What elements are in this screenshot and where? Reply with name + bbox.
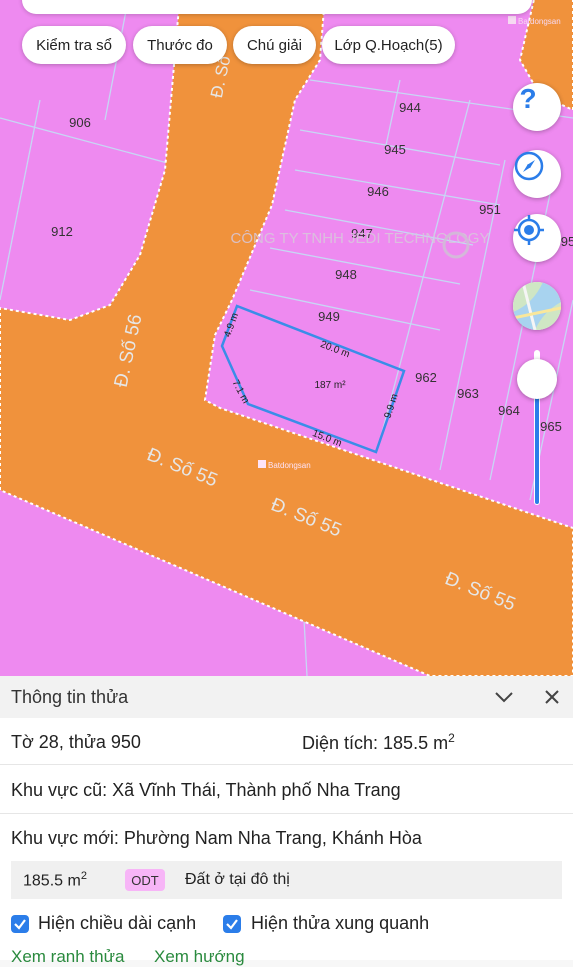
crosshair-icon: [514, 215, 544, 245]
legend-button[interactable]: Chú giải: [233, 26, 316, 64]
show-neighbor-parcels-label[interactable]: Hiện thửa xung quanh: [251, 913, 429, 934]
my-location-button[interactable]: [513, 214, 561, 262]
search-bar[interactable]: [22, 0, 532, 14]
compass-icon: [514, 151, 544, 181]
batdongsan-logo: Batdongsan: [508, 16, 561, 26]
parcel-area-label: 187 m²: [314, 380, 346, 391]
show-neighbor-parcels-checkbox[interactable]: [223, 915, 241, 933]
parcel-area: Diện tích: 185.5 m2: [302, 731, 455, 753]
parcel-label: 944: [399, 100, 421, 115]
view-boundary-link[interactable]: Xem ranh thửa: [11, 947, 124, 967]
land-use-type: Đất ở tại đô thị: [185, 871, 290, 888]
parcel-label: 948: [335, 267, 357, 282]
edge-length-label: 4.9 m: [222, 312, 241, 339]
svg-text:Batdongsan: Batdongsan: [518, 17, 561, 26]
help-button[interactable]: ?: [513, 83, 561, 131]
old-administrative-area: Khu vực cũ: Xã Vĩnh Thái, Thành phố Nha …: [11, 780, 401, 800]
divider: [0, 813, 573, 814]
parcel-label: 946: [367, 184, 389, 199]
edge-length-label: 20.0 m: [319, 339, 351, 360]
check-title-button[interactable]: Kiểm tra sổ: [22, 26, 126, 64]
collapse-chevron-icon[interactable]: [494, 688, 514, 706]
compass-button[interactable]: [513, 150, 561, 198]
land-code-badge: ODT: [125, 869, 165, 891]
road-network: [0, 0, 573, 676]
svg-text:CÔNG TY TNHH JEDI TECHNOLOGY: CÔNG TY TNHH JEDI TECHNOLOGY: [231, 230, 490, 247]
map-layer-icon: [513, 282, 561, 330]
edge-length-label: 7.1 m: [229, 378, 250, 405]
parcel-label: 945: [384, 142, 406, 157]
parcel-label: 912: [51, 224, 73, 239]
svg-text:?: ?: [519, 83, 536, 113]
map-view[interactable]: 906 912 944 945 946 947 948 949 951 962 …: [0, 0, 573, 676]
watermark: CÔNG TY TNHH JEDI TECHNOLOGY: [231, 230, 490, 259]
parcel-label: 963: [457, 386, 479, 401]
land-use-area: 185.5 m2: [23, 870, 87, 890]
divider: [0, 764, 573, 765]
close-icon[interactable]: [543, 688, 561, 706]
view-direction-link[interactable]: Xem hướng: [154, 947, 245, 967]
check-icon: [14, 919, 26, 930]
panel-header: Thông tin thửa: [0, 676, 573, 718]
zoom-slider-handle[interactable]: [517, 359, 557, 399]
measure-button[interactable]: Thước đo: [133, 26, 227, 64]
parcel-label: 951: [479, 202, 501, 217]
svg-text:Batdongsan: Batdongsan: [268, 461, 311, 470]
edge-length-label: 9.9 m: [383, 393, 401, 420]
parcel-info-panel: Thông tin thửa Tờ 28, thửa 950 Diện tích…: [0, 676, 573, 966]
parcel-label: 906: [69, 115, 91, 130]
planning-layer-button[interactable]: Lớp Q.Hoạch(5): [322, 26, 455, 64]
show-edge-lengths-checkbox[interactable]: [11, 915, 29, 933]
map-canvas[interactable]: 906 912 944 945 946 947 948 949 951 962 …: [0, 0, 573, 676]
help-icon: ?: [519, 83, 536, 113]
parcel-label: 949: [318, 309, 340, 324]
land-use-row: 185.5 m2 ODT Đất ở tại đô thị: [11, 861, 562, 899]
parcel-label: 95: [561, 234, 573, 249]
show-edge-lengths-label[interactable]: Hiện chiều dài cạnh: [38, 913, 196, 934]
sheet-parcel-number: Tờ 28, thửa 950: [11, 732, 141, 752]
check-icon: [226, 919, 238, 930]
parcel-label: 964: [498, 403, 520, 418]
panel-title: Thông tin thửa: [11, 687, 129, 707]
map-type-button[interactable]: [513, 282, 561, 330]
parcel-label: 965: [540, 419, 562, 434]
new-administrative-area: Khu vực mới: Phường Nam Nha Trang, Khánh…: [11, 828, 422, 848]
parcel-label: 962: [415, 370, 437, 385]
